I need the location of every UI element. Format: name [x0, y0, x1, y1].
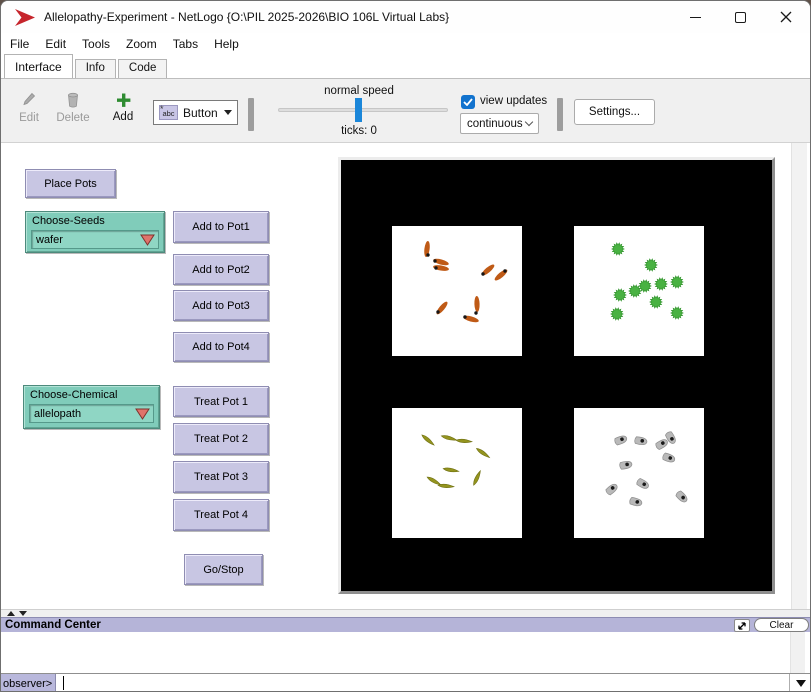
splitter-arrows-icon: [7, 611, 27, 616]
pencil-icon: [22, 92, 36, 109]
edit-tool-label: Edit: [19, 112, 39, 124]
edit-tool-button[interactable]: Edit: [11, 92, 47, 124]
add-to-pot2-button[interactable]: Add to Pot2: [173, 254, 269, 285]
close-icon: [780, 11, 792, 23]
view-updates-checkbox[interactable]: [461, 95, 475, 109]
update-mode-value: continuous: [467, 118, 523, 130]
delete-tool-label: Delete: [56, 112, 89, 124]
trash-icon: [66, 92, 80, 109]
window-title: Allelopathy-Experiment - NetLogo {O:\PIL…: [44, 10, 449, 24]
toolbar-separator-2: [557, 98, 563, 131]
command-center-splitter[interactable]: [1, 609, 811, 617]
choose-seeds-value: wafer: [36, 234, 63, 246]
maximize-icon: [735, 12, 746, 23]
command-center-expand-button[interactable]: [734, 619, 750, 632]
world-view[interactable]: [338, 157, 775, 594]
toolbar: Edit Delete Add abc Button normal speed …: [1, 79, 810, 143]
minimize-icon: [690, 17, 701, 18]
dropdown-arrow-icon: [224, 110, 232, 115]
menu-file[interactable]: File: [9, 35, 38, 53]
add-tool-label: Add: [113, 111, 133, 123]
add-to-pot3-button[interactable]: Add to Pot3: [173, 290, 269, 321]
treat-pot-2-button[interactable]: Treat Pot 2: [173, 423, 269, 455]
menu-zoom[interactable]: Zoom: [125, 35, 166, 53]
speed-slider-thumb[interactable]: [355, 98, 362, 122]
tab-strip: Interface Info Code: [1, 55, 810, 79]
view-updates-label: view updates: [480, 95, 547, 107]
add-to-pot1-button[interactable]: Add to Pot1: [173, 211, 269, 243]
observer-prompt: observer>: [1, 674, 56, 692]
widget-type-value: Button: [183, 106, 218, 120]
tab-code[interactable]: Code: [118, 59, 168, 78]
add-tool-button[interactable]: Add: [105, 92, 141, 123]
pot-4: [574, 408, 704, 538]
chooser-arrow-icon: [135, 408, 150, 420]
command-center-output[interactable]: [2, 632, 811, 673]
place-pots-button[interactable]: Place Pots: [25, 169, 116, 198]
update-mode-select[interactable]: continuous: [460, 113, 539, 134]
settings-button[interactable]: Settings...: [574, 99, 655, 125]
treat-pot-3-button[interactable]: Treat Pot 3: [173, 461, 269, 493]
treat-pot-4-button[interactable]: Treat Pot 4: [173, 499, 269, 531]
agent-type-dropdown-button[interactable]: [789, 674, 811, 692]
command-input[interactable]: [56, 674, 789, 692]
maximize-button[interactable]: [718, 1, 763, 33]
choose-chemical-label: Choose-Chemical: [30, 389, 154, 401]
delete-tool-button[interactable]: Delete: [51, 92, 95, 124]
pot-1: [392, 226, 522, 356]
close-button[interactable]: [763, 1, 808, 33]
menu-bar: File Edit Tools Zoom Tabs Help: [1, 33, 810, 55]
command-center-header: Command Center Clear: [1, 617, 811, 632]
toolbar-separator: [248, 98, 254, 131]
tab-info[interactable]: Info: [75, 59, 116, 78]
go-stop-button[interactable]: Go/Stop: [184, 554, 263, 585]
tab-interface[interactable]: Interface: [4, 54, 73, 78]
menu-tools[interactable]: Tools: [81, 35, 119, 53]
checkmark-icon: [463, 98, 473, 106]
menu-edit[interactable]: Edit: [44, 35, 75, 53]
menu-tabs[interactable]: Tabs: [172, 35, 207, 53]
pot-3: [392, 408, 522, 538]
add-to-pot4-button[interactable]: Add to Pot4: [173, 332, 269, 362]
pot-2: [574, 226, 704, 356]
choose-seeds-chooser: Choose-Seeds wafer: [25, 211, 165, 253]
command-input-row: observer>: [1, 673, 811, 692]
chevron-down-icon: [525, 118, 533, 126]
clear-button[interactable]: Clear: [754, 618, 809, 632]
choose-seeds-select[interactable]: wafer: [31, 230, 159, 249]
ticks-counter: ticks: 0: [279, 125, 439, 137]
treat-pot-1-button[interactable]: Treat Pot 1: [173, 386, 269, 417]
interface-vertical-scrollbar[interactable]: [791, 143, 807, 609]
command-center-title: Command Center: [1, 619, 101, 631]
minimize-button[interactable]: [673, 1, 718, 33]
window-controls: [673, 1, 808, 33]
down-triangle-icon: [796, 680, 806, 687]
menu-help[interactable]: Help: [213, 35, 248, 53]
speed-label: normal speed: [279, 85, 439, 97]
command-output-scrollbar[interactable]: [790, 632, 805, 673]
text-caret: [63, 676, 64, 690]
button-widget-icon: abc: [159, 105, 178, 120]
title-bar: Allelopathy-Experiment - NetLogo {O:\PIL…: [1, 1, 810, 33]
diagonal-resize-icon: [737, 621, 747, 631]
choose-chemical-chooser: Choose-Chemical allelopath: [23, 385, 160, 429]
choose-chemical-select[interactable]: allelopath: [29, 404, 154, 423]
plus-icon: [116, 92, 131, 108]
netlogo-logo-icon: [14, 9, 36, 26]
chooser-arrow-icon: [140, 234, 155, 246]
netlogo-window: Allelopathy-Experiment - NetLogo {O:\PIL…: [0, 0, 811, 692]
widget-type-selector[interactable]: abc Button: [153, 100, 238, 125]
choose-chemical-value: allelopath: [34, 408, 81, 420]
choose-seeds-label: Choose-Seeds: [32, 215, 159, 227]
speed-slider-track[interactable]: [278, 108, 448, 112]
interface-canvas: Place Pots Choose-Seeds wafer Add to Pot…: [1, 143, 811, 609]
